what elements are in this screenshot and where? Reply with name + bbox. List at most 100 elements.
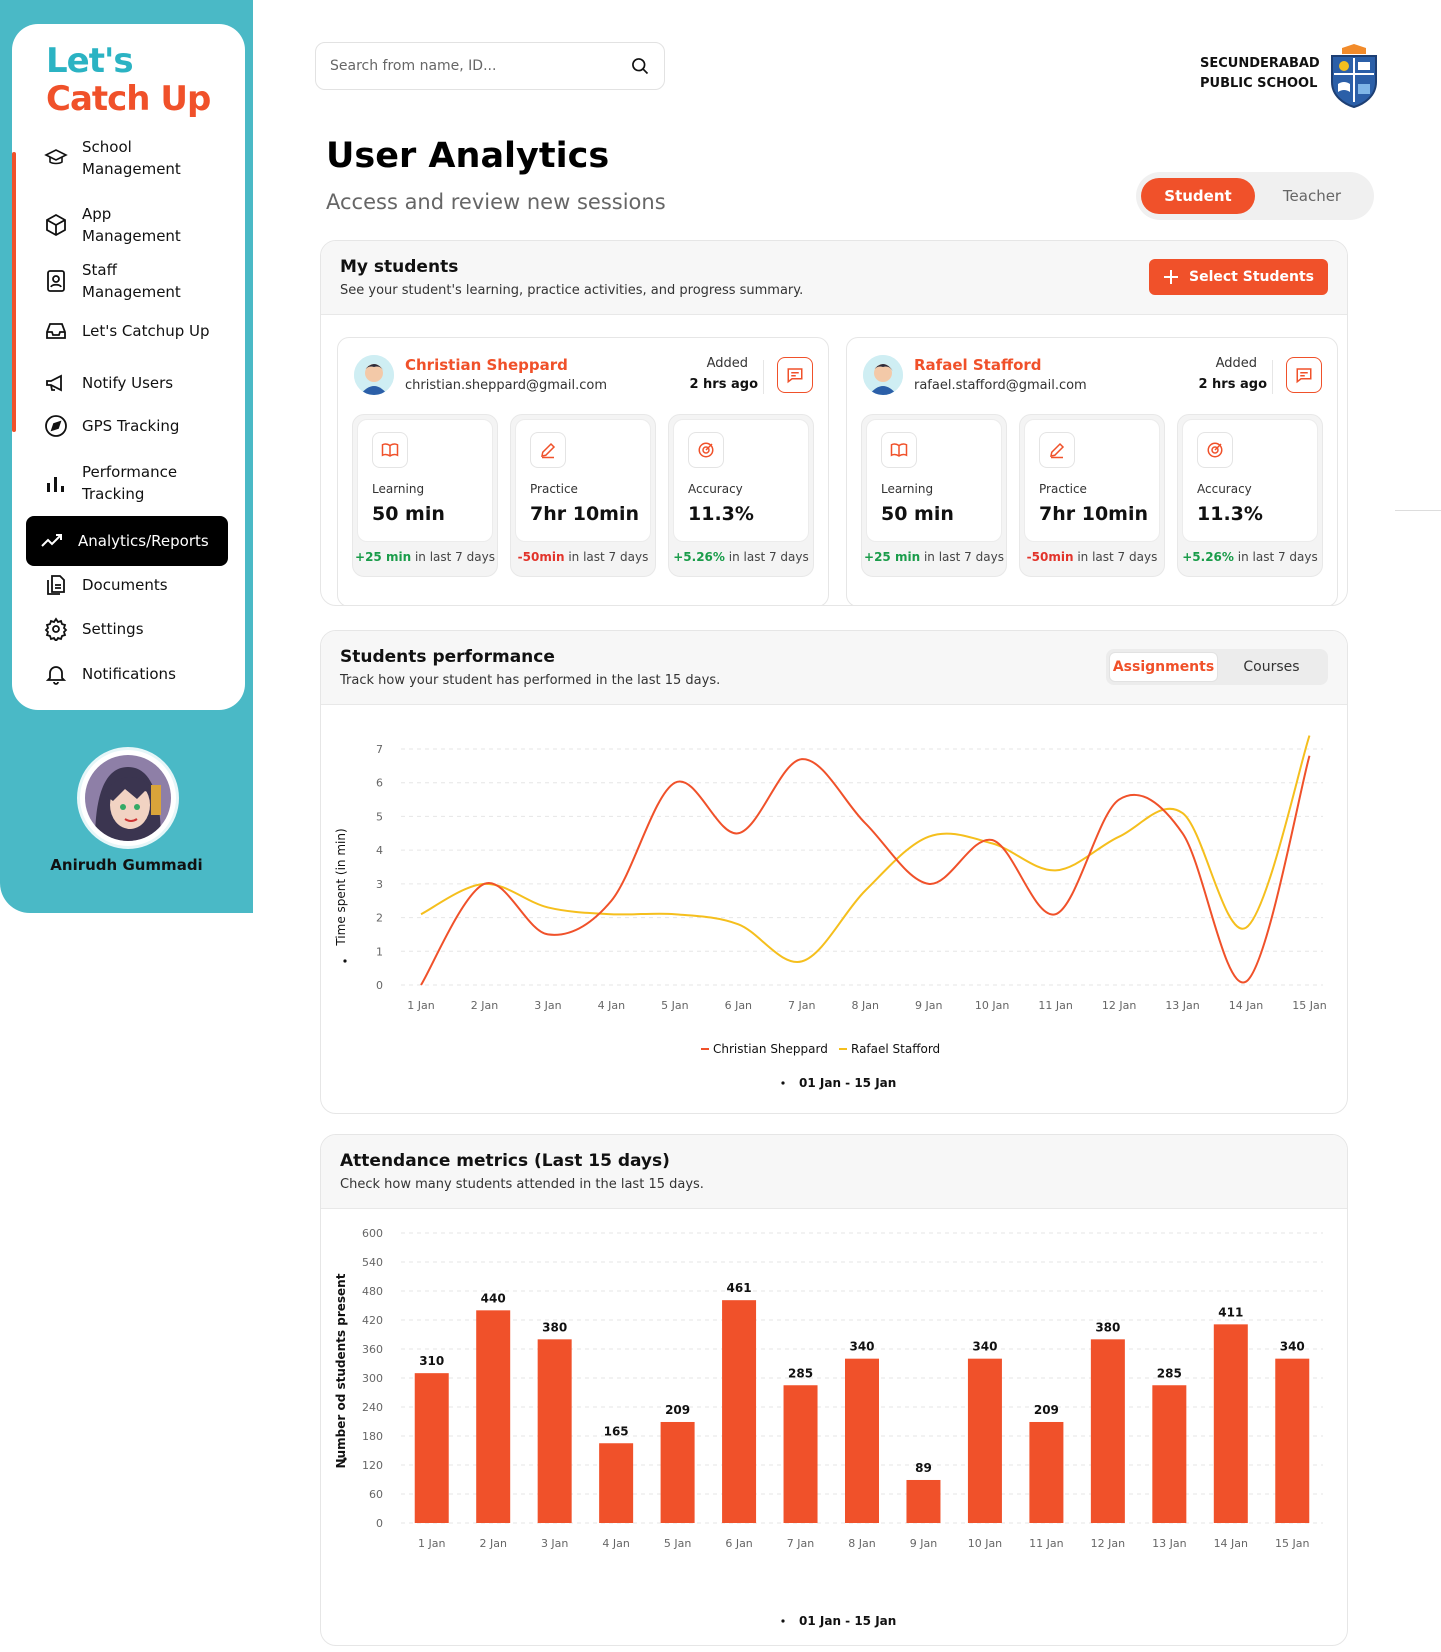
tab-assignments[interactable]: Assignments (1109, 652, 1218, 682)
sidebar-item-label: Notify Users (82, 374, 174, 392)
axis-label-dot (343, 1457, 347, 1461)
metric-label: Accuracy (688, 482, 743, 496)
bar (1090, 1339, 1125, 1523)
role-option-student[interactable]: Student (1141, 178, 1255, 214)
range-dot (781, 1619, 785, 1623)
metric-period: in last 7 days (568, 550, 649, 564)
card-header: Students performance Track how your stud… (321, 631, 1347, 705)
bar-value-label: 165 (604, 1424, 629, 1438)
y-tick-label: 0 (376, 979, 383, 992)
search-bar[interactable] (315, 42, 665, 90)
student-card[interactable]: Rafael Stafford rafael.stafford@gmail.co… (846, 337, 1338, 605)
x-tick-label: 4 Jan (602, 1537, 629, 1550)
attendance-bar-chart: Number od students present 6005404804203… (334, 1227, 1323, 1628)
x-tick-label: 8 Jan (848, 1537, 875, 1550)
added-time: 2 hrs ago (689, 377, 758, 392)
brand-logo[interactable]: Let's Catch Up (46, 42, 211, 119)
sidebar-item-catchup[interactable]: Let's Catchup Up (44, 319, 210, 343)
bar-value-label: 411 (1218, 1305, 1243, 1319)
bar (660, 1421, 695, 1523)
sidebar-item-analytics-reports[interactable]: Analytics/Reports (26, 516, 228, 566)
book-icon (381, 443, 399, 457)
x-tick-label: 3 Jan (541, 1537, 568, 1550)
role-toggle[interactable]: Student Teacher (1136, 172, 1374, 220)
chat-icon (787, 368, 803, 384)
y-tick-label: 3 (376, 878, 383, 891)
bar (599, 1443, 634, 1523)
metric-label: Practice (530, 482, 578, 496)
sidebar-item-performance-tracking[interactable]: Performance Tracking (44, 461, 177, 505)
card-title: Attendance metrics (Last 15 days) (340, 1151, 670, 1171)
divider (1272, 360, 1273, 394)
select-students-label: Select Students (1189, 269, 1314, 285)
pencil-icon (1050, 442, 1065, 459)
student-card[interactable]: Christian Sheppard christian.sheppard@gm… (337, 337, 829, 605)
sidebar-item-label: Notifications (82, 665, 176, 683)
message-button[interactable] (777, 357, 813, 393)
book-icon (890, 443, 908, 457)
megaphone-icon (46, 374, 62, 392)
bar (967, 1358, 1002, 1523)
divider (763, 360, 764, 394)
sidebar-item-staff-management[interactable]: Staff Management (44, 259, 181, 303)
bar (1213, 1324, 1248, 1523)
performance-tabs[interactable]: Assignments Courses (1106, 649, 1328, 685)
sidebar-item-notifications[interactable]: Notifications (44, 662, 176, 686)
bar (476, 1310, 511, 1523)
sidebar-item-documents[interactable]: Documents (44, 573, 168, 597)
sidebar-item-gps-tracking[interactable]: GPS Tracking (44, 414, 179, 438)
role-option-teacher[interactable]: Teacher (1255, 178, 1369, 214)
metric-delta: -50min (517, 550, 565, 564)
y-tick-label: 6 (376, 777, 383, 790)
sidebar-item-app-management[interactable]: App Management (44, 203, 181, 247)
gear-icon (44, 617, 68, 641)
metric-practice: Practice 7hr 10min -50min in last 7 days (510, 414, 656, 577)
x-tick-label: 14 Jan (1214, 1537, 1248, 1550)
message-button[interactable] (1286, 357, 1322, 393)
my-students-card: My students See your student's learning,… (320, 240, 1348, 606)
school-name-line-1: SECUNDERABAD (1200, 56, 1320, 71)
sidebar-item-label: Management (82, 283, 181, 301)
x-tick-label: 13 Jan (1165, 999, 1199, 1012)
bar-value-label: 380 (1095, 1320, 1120, 1334)
brand-line-2: Catch Up (46, 79, 211, 119)
student-name[interactable]: Rafael Stafford (914, 356, 1042, 374)
bar (1029, 1421, 1064, 1523)
metric-learning: Learning 50 min +25 min in last 7 days (352, 414, 498, 577)
documents-icon (47, 575, 65, 595)
sidebar-item-school-management[interactable]: School Management (44, 136, 181, 180)
metric-value: 50 min (881, 503, 954, 525)
bar (783, 1385, 818, 1523)
bar (537, 1339, 572, 1523)
x-tick-label: 15 Jan (1292, 999, 1326, 1012)
y-tick-label: 4 (376, 844, 383, 857)
metric-learning: Learning 50 min +25 min in last 7 days (861, 414, 1007, 577)
sidebar-item-label: Settings (82, 620, 144, 638)
metric-period: in last 7 days (923, 550, 1004, 564)
trend-icon (41, 534, 62, 547)
x-tick-label: 10 Jan (975, 999, 1009, 1012)
select-students-button[interactable]: Select Students (1149, 259, 1328, 295)
metric-period: in last 7 days (1237, 550, 1318, 564)
search-input[interactable] (330, 58, 610, 74)
x-tick-label: 4 Jan (598, 999, 625, 1012)
sidebar-item-notify-users[interactable]: Notify Users (44, 371, 173, 395)
sidebar-item-label: Performance (82, 463, 178, 481)
student-name[interactable]: Christian Sheppard (405, 356, 568, 374)
x-tick-label: 11 Jan (1038, 999, 1072, 1012)
series-line-1 (420, 755, 1311, 986)
tab-courses[interactable]: Courses (1218, 652, 1325, 682)
sidebar-item-label: Management (82, 227, 181, 245)
y-axis-label: Number od students present (334, 1273, 348, 1468)
chat-icon (1296, 368, 1312, 384)
user-name: Anirudh Gummadi (50, 856, 203, 874)
x-tick-label: 13 Jan (1152, 1537, 1186, 1550)
search-icon[interactable] (630, 56, 650, 76)
bar-value-label: 340 (849, 1340, 874, 1354)
user-avatar[interactable] (77, 747, 179, 849)
y-tick-label: 360 (362, 1343, 383, 1356)
inbox-icon (46, 323, 66, 339)
pencil-icon (541, 442, 556, 459)
sidebar-item-settings[interactable]: Settings (44, 617, 144, 641)
x-tick-label: 8 Jan (852, 999, 879, 1012)
